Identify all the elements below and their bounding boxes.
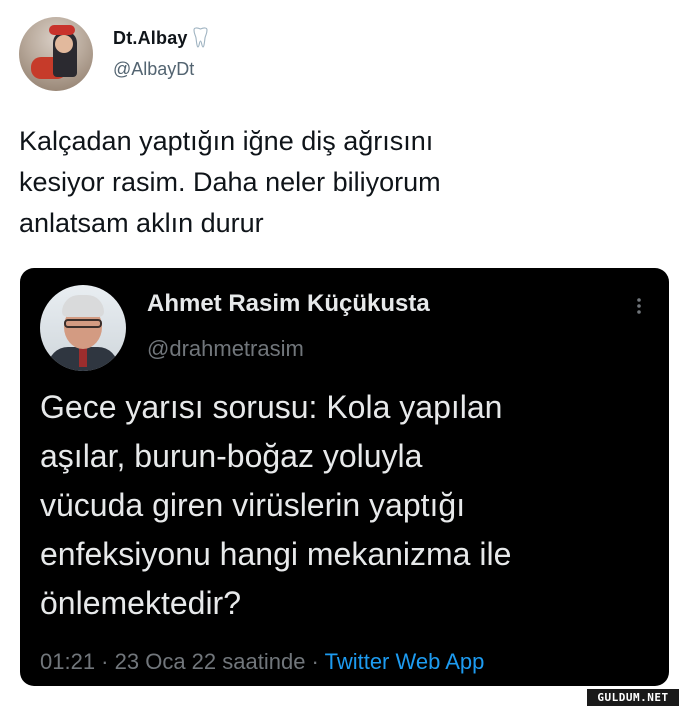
- embedded-time: 01:21: [40, 649, 96, 674]
- embedded-author-avatar: [40, 285, 126, 371]
- embedded-tweet-screenshot[interactable]: Ahmet Rasim Küçükusta @drahmetrasim Gece…: [20, 268, 669, 686]
- author-display-name[interactable]: Dt.Albay: [113, 28, 188, 49]
- more-vertical-icon: [632, 294, 646, 322]
- watermark-logo: GULDUM.NET: [587, 689, 679, 706]
- embedded-date: 23 Oca 22 saatinde: [114, 649, 306, 674]
- tweet-text-line: Kalçadan yaptığın iğne diş ağrısını: [19, 126, 434, 156]
- embedded-text-line: önlemektedir?: [40, 585, 241, 621]
- tweet-text: Kalçadan yaptığın iğne diş ağrısını kesi…: [19, 121, 659, 244]
- tweet-text-line: kesiyor rasim. Daha neler biliyorum: [19, 167, 441, 197]
- embedded-source: Twitter Web App: [324, 649, 485, 674]
- tooth-icon: [192, 27, 209, 49]
- embedded-text-line: enfeksiyonu hangi mekanizma ile: [40, 536, 512, 572]
- meta-separator: ·: [95, 649, 115, 674]
- embedded-tweet-text: Gece yarısı sorusu: Kola yapılan aşılar,…: [40, 383, 650, 628]
- author-handle[interactable]: @AlbayDt: [113, 59, 194, 80]
- embedded-text-line: vücuda giren virüslerin yaptığı: [40, 487, 466, 523]
- embedded-text-line: Gece yarısı sorusu: Kola yapılan: [40, 389, 503, 425]
- author-name-row: Dt.Albay: [113, 27, 209, 49]
- embedded-author-handle: @drahmetrasim: [147, 336, 304, 361]
- author-avatar[interactable]: [19, 17, 93, 91]
- embedded-author-display-name: Ahmet Rasim Küçükusta: [147, 290, 430, 317]
- embedded-tweet-meta: 01:21 · 23 Oca 22 saatinde · Twitter Web…: [40, 649, 484, 675]
- embedded-text-line: aşılar, burun-boğaz yoluyla: [40, 438, 423, 474]
- meta-separator: ·: [305, 649, 325, 674]
- tweet-text-line: anlatsam aklın durur: [19, 208, 264, 238]
